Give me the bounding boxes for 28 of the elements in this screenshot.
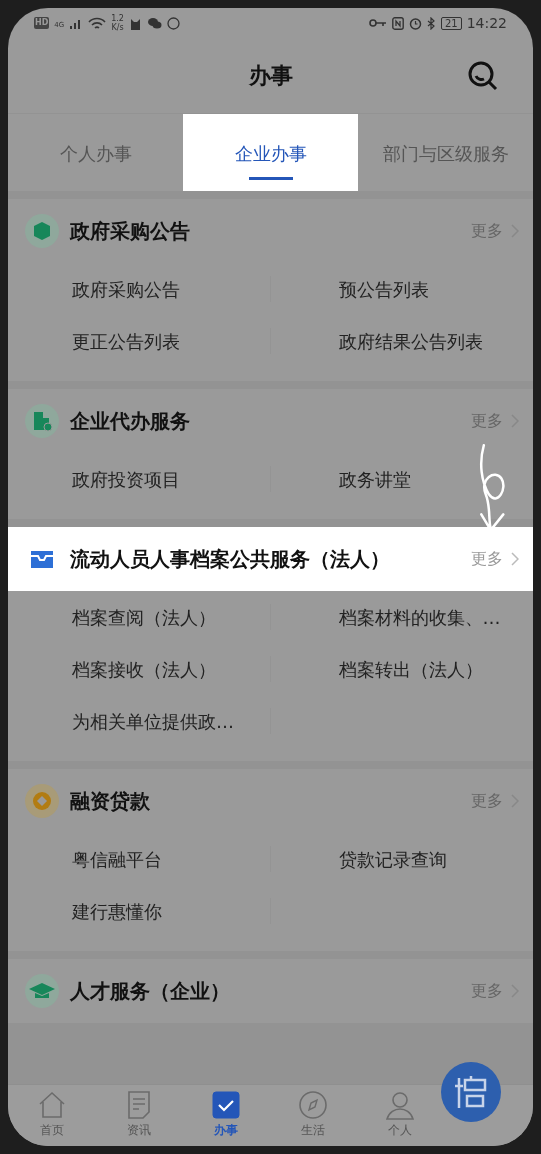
service-link[interactable]: 政府投资项目: [72, 465, 180, 493]
service-link[interactable]: 建行惠懂你: [72, 897, 162, 925]
service-link[interactable]: 更正公告列表: [72, 327, 180, 355]
service-link[interactable]: 政府采购公告: [72, 275, 180, 303]
tab[interactable]: 企业办事: [183, 114, 358, 191]
service-link[interactable]: 粤信融平台: [72, 845, 162, 873]
speed-value: 1.2: [111, 14, 124, 23]
service-link[interactable]: 政务讲堂: [338, 465, 411, 493]
section-title: 政府采购公告: [70, 218, 190, 245]
more-link[interactable]: 更多: [471, 547, 519, 571]
service-link[interactable]: 档案材料的收集、…: [338, 603, 501, 631]
service-link[interactable]: 档案接收（法人）: [72, 655, 216, 683]
service-link[interactable]: 为相关单位提供政…: [72, 707, 234, 735]
service-link[interactable]: 贷款记录查询: [338, 845, 447, 873]
speed-unit: K/s: [111, 23, 124, 32]
service-link[interactable]: 档案转出（法人）: [338, 655, 483, 683]
clock: 14:22: [466, 13, 507, 33]
battery-indicator: 21: [440, 16, 462, 30]
section-title: 人才服务（企业）: [70, 978, 230, 1005]
service-link[interactable]: 预公告列表: [338, 275, 429, 303]
service-link[interactable]: 档案查阅（法人）: [72, 603, 216, 631]
section-title: 融资贷款: [70, 788, 150, 815]
section-title: 流动人员人事档案公共服务（法人）: [70, 546, 390, 573]
nav-tab[interactable]: 生活: [269, 1088, 356, 1139]
page-title: 办事: [248, 62, 293, 90]
service-link[interactable]: 政府结果公告列表: [338, 327, 483, 355]
section-title: 企业代办服务: [70, 408, 190, 435]
hd-badge: HD: [34, 17, 50, 29]
